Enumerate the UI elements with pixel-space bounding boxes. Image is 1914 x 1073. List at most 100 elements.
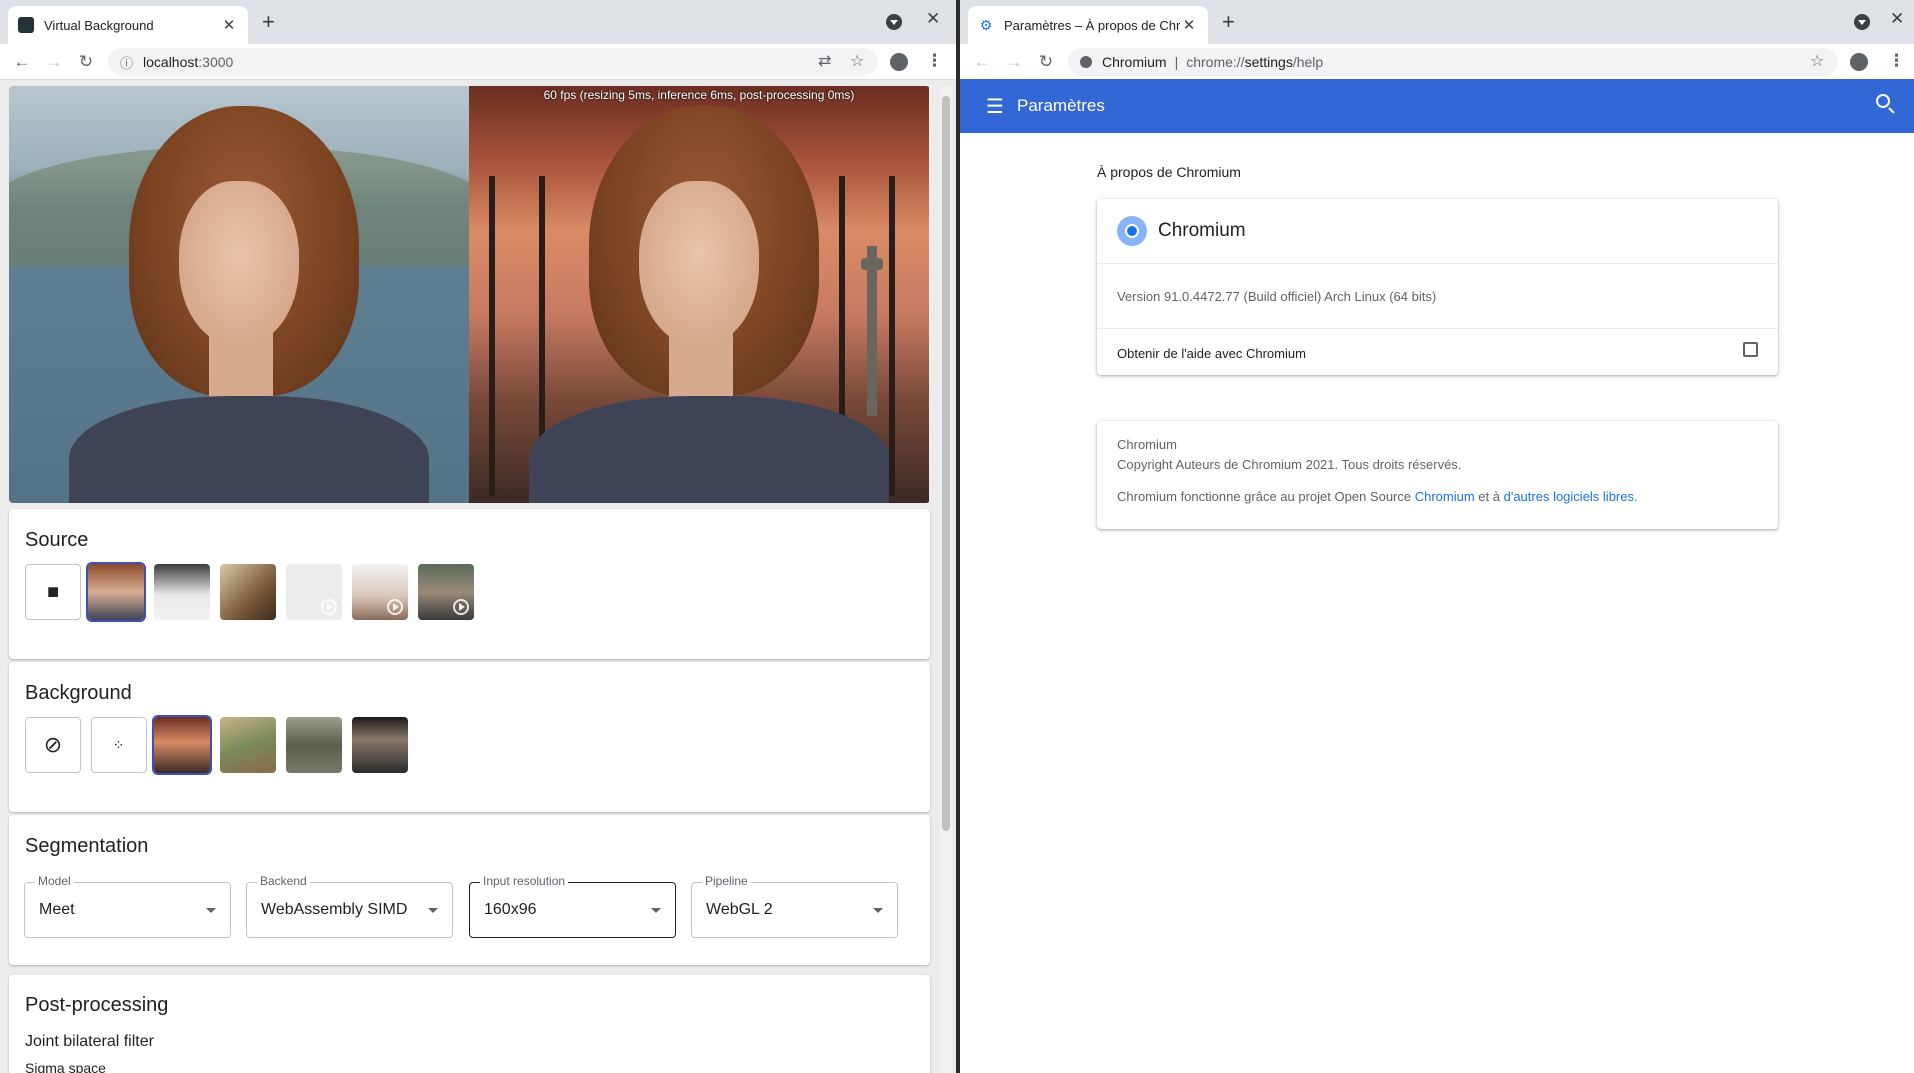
- chromium-site-icon: [1080, 56, 1092, 68]
- no-background-button[interactable]: ⊘: [25, 717, 81, 773]
- info-icon[interactable]: ⓘ: [120, 53, 133, 72]
- tab-close-icon[interactable]: ✕: [220, 16, 238, 34]
- forward-icon[interactable]: →: [998, 52, 1030, 72]
- bookmark-star-icon[interactable]: ☆: [1810, 51, 1824, 71]
- other-software-link[interactable]: d'autres logiciels libres: [1504, 489, 1634, 504]
- oss-prefix: Chromium fonctionne grâce au projet Open…: [1117, 489, 1415, 504]
- settings-title: Paramètres: [1017, 96, 1105, 115]
- chromium-project-link[interactable]: Chromium: [1415, 489, 1475, 504]
- source-friends-thumb[interactable]: [220, 564, 276, 620]
- chevron-down-icon: [428, 908, 438, 913]
- pipeline-select[interactable]: Pipeline WebGL 2: [691, 874, 898, 938]
- source-doctor-thumb[interactable]: [154, 564, 210, 620]
- reload-icon[interactable]: ↻: [1030, 52, 1062, 72]
- chevron-down-icon: [651, 908, 661, 913]
- address-host: localhost: [143, 54, 199, 70]
- camera-button[interactable]: ■: [25, 564, 81, 620]
- bg-rock-thumb[interactable]: [286, 717, 342, 773]
- oss-suffix: .: [1633, 489, 1638, 504]
- source-office-video-thumb[interactable]: [352, 564, 408, 620]
- oss-mid: et à: [1474, 489, 1504, 504]
- tab-strip: ⚙ Paramètres – À propos de Chromium ✕ + …: [960, 0, 1914, 44]
- tab-strip: Virtual Background ✕ + ✕: [0, 0, 956, 44]
- source-card: Source ■: [9, 509, 930, 659]
- input-resolution-select[interactable]: Input resolution 160x96: [469, 874, 676, 938]
- app-favicon-icon: [18, 17, 34, 33]
- address-bar[interactable]: Chromium | chrome://settings/help: [1068, 48, 1838, 76]
- model-label: Model: [35, 874, 74, 888]
- source-woman-thumb[interactable]: [86, 562, 146, 622]
- background-title: Background: [25, 682, 132, 704]
- about-card: Chromium Version 91.0.4472.77 (Build off…: [1097, 199, 1778, 375]
- tab-search-icon[interactable]: [1854, 14, 1870, 30]
- version-text: Version 91.0.4472.77 (Build officiel) Ar…: [1117, 289, 1437, 304]
- background-card: Background ⊘ ⁘: [9, 662, 930, 812]
- sigma-space-label: Sigma space: [25, 1060, 106, 1073]
- copyright-text: Copyright Auteurs de Chromium 2021. Tous…: [1117, 457, 1462, 472]
- chevron-down-icon: [206, 908, 216, 913]
- tab-title: Paramètres – À propos de Chromium: [1004, 17, 1180, 33]
- menu-kebab-icon[interactable]: ⋮: [1888, 51, 1905, 71]
- play-icon: [453, 599, 469, 615]
- block-icon: ⊘: [43, 732, 63, 757]
- open-source-text: Chromium fonctionne grâce au projet Open…: [1117, 489, 1638, 504]
- bg-city-thumb[interactable]: [352, 717, 408, 773]
- bg-restaurant-thumb[interactable]: [152, 715, 212, 775]
- scrollbar-thumb[interactable]: [942, 96, 950, 831]
- profile-icon[interactable]: [890, 53, 908, 71]
- address-path: /help: [1292, 54, 1324, 70]
- play-icon: [387, 599, 403, 615]
- source-title: Source: [25, 529, 89, 551]
- address-bar[interactable]: ⓘ localhost:3000: [108, 48, 878, 76]
- back-icon[interactable]: ←: [966, 52, 998, 72]
- model-select[interactable]: Model Meet: [24, 874, 231, 938]
- bg-hills-thumb[interactable]: [220, 717, 276, 773]
- tab-settings-about[interactable]: ⚙ Paramètres – À propos de Chromium ✕: [968, 6, 1208, 44]
- legal-card: Chromium Copyright Auteurs de Chromium 2…: [1097, 421, 1778, 529]
- forward-icon[interactable]: →: [38, 52, 70, 72]
- back-icon[interactable]: ←: [6, 52, 38, 72]
- settings-header: ☰ Paramètres: [960, 79, 1914, 133]
- help-link-label: Obtenir de l'aide avec Chromium: [1117, 346, 1306, 361]
- product-row: Chromium: [1097, 199, 1778, 263]
- open-external-icon: [1743, 342, 1758, 357]
- translate-icon[interactable]: ⇄: [818, 51, 831, 71]
- bookmark-star-icon[interactable]: ☆: [850, 51, 864, 71]
- virtual-background-window: Virtual Background ✕ + ✕ ← → ↻ ⓘ localho…: [0, 0, 956, 1073]
- blur-icon: ⁘: [112, 736, 126, 753]
- tab-close-icon[interactable]: ✕: [1180, 16, 1198, 34]
- browser-toolbar: ← → ↻ Chromium | chrome://settings/help …: [960, 44, 1914, 80]
- reload-icon[interactable]: ↻: [70, 52, 102, 72]
- legal-product-name: Chromium: [1117, 437, 1177, 452]
- new-tab-icon[interactable]: +: [262, 10, 275, 34]
- post-processing-title: Post-processing: [25, 994, 169, 1016]
- subject-person-composited: [529, 106, 889, 503]
- profile-icon[interactable]: [1850, 53, 1868, 71]
- hamburger-menu-icon[interactable]: ☰: [986, 94, 1004, 119]
- play-icon: [321, 599, 337, 615]
- help-row[interactable]: Obtenir de l'aide avec Chromium: [1097, 328, 1778, 375]
- blur-background-button[interactable]: ⁘: [91, 717, 147, 773]
- tab-title: Virtual Background: [44, 17, 154, 33]
- address-port: :3000: [198, 54, 234, 70]
- settings-body: À propos de Chromium Chromium Version 91…: [960, 133, 1914, 1073]
- chromium-settings-window: ⚙ Paramètres – À propos de Chromium ✕ + …: [960, 0, 1914, 1073]
- chevron-down-icon: [873, 908, 883, 913]
- segmentation-card: Segmentation Model Meet Backend WebAssem…: [9, 815, 930, 965]
- browser-toolbar: ← → ↻ ⓘ localhost:3000 ⇄ ☆ ⋮: [0, 44, 956, 80]
- page-scrollbar[interactable]: [940, 86, 952, 1073]
- tab-search-icon[interactable]: [886, 14, 902, 30]
- new-tab-icon[interactable]: +: [1222, 10, 1235, 34]
- backend-select[interactable]: Backend WebAssembly SIMD: [246, 874, 453, 938]
- camera-icon: ■: [46, 580, 60, 603]
- model-value: Meet: [39, 901, 75, 918]
- pipeline-label: Pipeline: [702, 874, 751, 888]
- source-blank-video-thumb[interactable]: [286, 564, 342, 620]
- menu-kebab-icon[interactable]: ⋮: [926, 51, 943, 71]
- source-man-video-thumb[interactable]: [418, 564, 474, 620]
- search-icon[interactable]: [1876, 94, 1890, 108]
- backend-value: WebAssembly SIMD: [261, 901, 408, 918]
- tab-virtual-background[interactable]: Virtual Background ✕: [8, 6, 248, 44]
- window-close-icon[interactable]: ✕: [926, 9, 940, 29]
- window-close-icon[interactable]: ✕: [1890, 9, 1904, 29]
